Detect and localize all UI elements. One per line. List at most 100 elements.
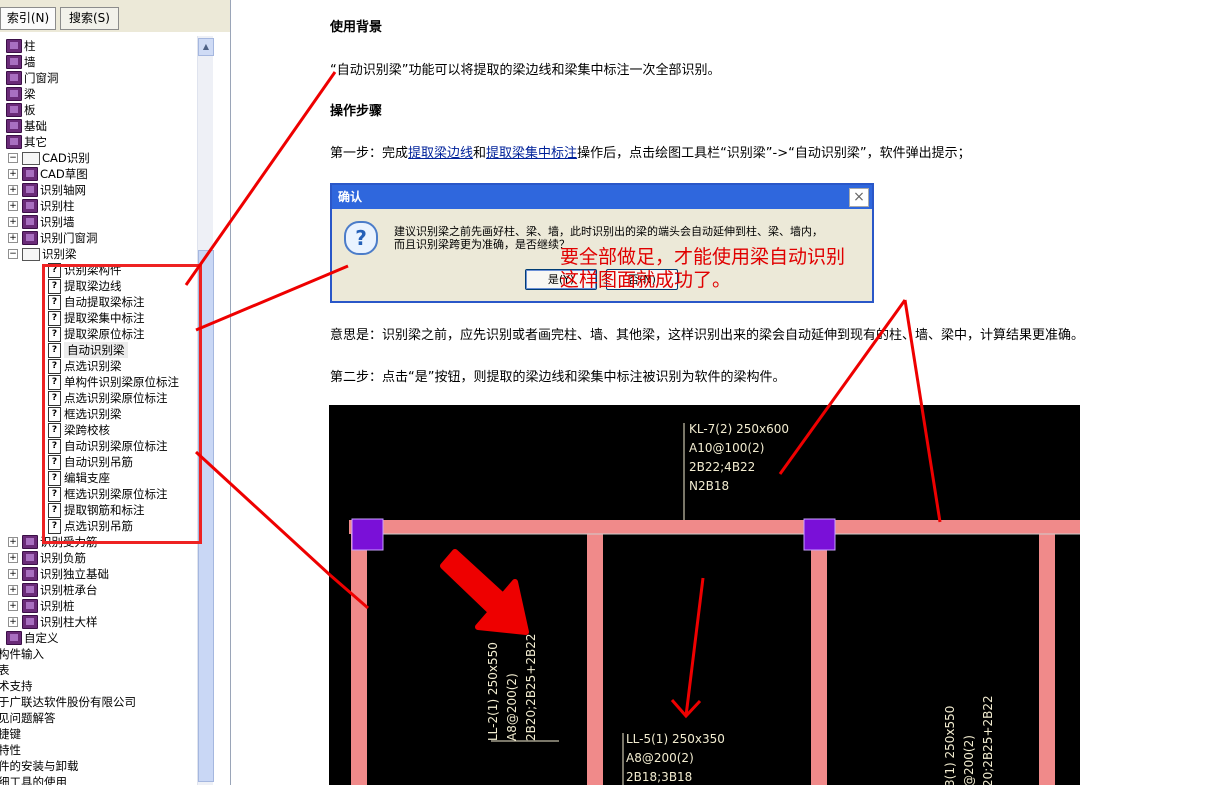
paragraph-step1: 第一步：完成提取梁边线和提取梁集中标注操作后，点击绘图工具栏“识别梁”->“自动… — [330, 142, 971, 161]
tree-item-label: 识别桩 — [40, 599, 75, 613]
label-ll2: LL-2(1) 250x550 A8@200(2) 2B20;2B25+2B22 — [486, 633, 538, 741]
tree-item-label: 识别桩承台 — [40, 583, 98, 597]
book-icon — [22, 551, 38, 565]
tree-item[interactable]: 柱 — [0, 38, 196, 54]
book-icon — [22, 199, 38, 213]
tree-item[interactable]: 构件输入 — [0, 646, 196, 662]
tree-item[interactable]: + 识别轴网 — [0, 182, 196, 198]
expand-icon[interactable]: + — [8, 201, 18, 211]
step1-post: 操作后，点击绘图工具栏“识别梁”->“自动识别梁”，软件弹出提示； — [577, 146, 971, 161]
expand-icon[interactable]: + — [8, 569, 18, 579]
tree-item-label: 墙 — [24, 55, 36, 69]
paragraph-step2: 第二步：点击“是”按钮，则提取的梁边线和梁集中标注被识别为软件的梁构件。 — [330, 370, 786, 385]
tree-item-label: 表 — [0, 663, 10, 677]
tree-item-label: 识别门窗洞 — [40, 231, 98, 245]
tree-item-label: 捷键 — [0, 727, 21, 741]
book-icon — [22, 599, 38, 613]
beam-left — [351, 534, 367, 785]
book-icon — [22, 231, 38, 245]
tree-item[interactable]: + CAD草图 — [0, 166, 196, 182]
open-book-icon — [22, 152, 40, 165]
expand-icon[interactable]: + — [8, 585, 18, 595]
book-icon — [6, 87, 22, 101]
question-icon: ? — [344, 221, 378, 255]
beam-center — [811, 534, 827, 785]
tree-item-label: 其它 — [24, 135, 47, 149]
tree-item-label: CAD识别 — [42, 151, 90, 165]
book-icon — [22, 183, 38, 197]
book-icon — [6, 631, 22, 645]
tree-item-label: 构件输入 — [0, 647, 44, 661]
book-icon — [6, 71, 22, 85]
tree-item[interactable]: − CAD识别 — [0, 150, 196, 166]
tree-item[interactable]: + 识别桩 — [0, 598, 196, 614]
tree-item-label: CAD草图 — [40, 167, 88, 181]
tree-item[interactable]: + 识别柱大样 — [0, 614, 196, 630]
tree-item[interactable]: 梁 — [0, 86, 196, 102]
expand-icon[interactable]: + — [8, 233, 18, 243]
expand-icon[interactable]: + — [8, 537, 18, 547]
collapse-icon[interactable]: − — [8, 249, 18, 259]
tree-item[interactable]: 门窗洞 — [0, 70, 196, 86]
help-nav-pane: 索引(N) 搜索(S) 柱墙门窗洞梁板基础 其它 − CAD识别 + CAD草图 + 识别轴网… — [0, 0, 231, 785]
tree-item[interactable]: + 识别墙 — [0, 214, 196, 230]
dialog-title: 确认 — [332, 185, 872, 209]
tree-item[interactable]: 墙 — [0, 54, 196, 70]
step1-pre: 第一步：完成 — [330, 146, 409, 161]
tree-item[interactable]: 于广联达软件股份有限公司 — [0, 694, 196, 710]
tree-item[interactable]: + 识别柱 — [0, 198, 196, 214]
close-icon[interactable]: × — [849, 188, 869, 207]
tree-item[interactable]: 捷键 — [0, 726, 196, 742]
label-right: 3(1) 250x550 @200(2) 20;2B25+2B22 — [943, 695, 995, 785]
expand-icon[interactable]: + — [8, 553, 18, 563]
tree-item[interactable]: 自定义 — [0, 630, 196, 646]
tree-item[interactable]: + 识别门窗洞 — [0, 230, 196, 246]
expand-icon[interactable]: + — [8, 169, 18, 179]
expand-icon[interactable]: + — [8, 601, 18, 611]
tree-item-label: 门窗洞 — [24, 71, 59, 85]
tree-item[interactable]: − 识别梁 — [0, 246, 196, 262]
link-extract-beam-annotation[interactable]: 提取梁集中标注 — [486, 146, 577, 161]
help-content-pane: 使用背景 “自动识别梁”功能可以将提取的梁边线和梁集中标注一次全部识别。 操作步… — [232, 0, 1213, 785]
heading-background: 使用背景 — [330, 20, 383, 35]
note-line1: 要全部做足，才能使用梁自动识别 — [560, 246, 846, 268]
beam-mid — [587, 534, 603, 785]
column-left — [351, 518, 384, 551]
label-kl7: KL-7(2) 250x600 A10@100(2) 2B22;4B22 N2B18 — [689, 422, 790, 493]
collapse-icon[interactable]: − — [8, 153, 18, 163]
tree-item[interactable]: 见问题解答 — [0, 710, 196, 726]
step1-and: 和 — [473, 146, 487, 161]
cad-drawing-screenshot: KL-7(2) 250x600 A10@100(2) 2B22;4B22 N2B18 … — [329, 405, 1080, 785]
tree-item[interactable]: 细工具的使用 — [0, 774, 196, 785]
tab-search[interactable]: 搜索(S) — [60, 7, 119, 30]
tree-item[interactable]: + 识别负筋 — [0, 550, 196, 566]
expand-icon[interactable]: + — [8, 217, 18, 227]
tree-item[interactable]: 特性 — [0, 742, 196, 758]
link-extract-beam-edge[interactable]: 提取梁边线 — [408, 146, 473, 161]
tree-item[interactable]: + 识别独立基础 — [0, 566, 196, 582]
tree-item[interactable]: 术支持 — [0, 678, 196, 694]
scroll-up-arrow-icon[interactable]: ▲ — [198, 38, 214, 56]
tree-item-label: 识别负筋 — [40, 551, 86, 565]
tree-item-label: 识别轴网 — [40, 183, 86, 197]
tree-item[interactable]: 板 — [0, 102, 196, 118]
tree-item[interactable]: 表 — [0, 662, 196, 678]
tree-item[interactable]: 基础 — [0, 118, 196, 134]
book-icon — [22, 215, 38, 229]
tree-item-label: 识别柱 — [40, 199, 75, 213]
tab-index[interactable]: 索引(N) — [0, 7, 56, 30]
tree-item-label: 件的安装与卸载 — [0, 759, 79, 773]
book-icon — [6, 39, 22, 53]
tree-item[interactable]: 其它 — [0, 134, 196, 150]
nav-tab-bar: 索引(N) 搜索(S) — [0, 0, 230, 32]
expand-icon[interactable]: + — [8, 185, 18, 195]
expand-icon[interactable]: + — [8, 617, 18, 627]
paragraph-meaning: 意思是：识别梁之前，应先识别或者画完柱、墙、其他梁，这样识别出来的梁会自动延伸到… — [330, 328, 1085, 343]
highlight-box-annotation — [42, 264, 202, 544]
book-icon — [6, 103, 22, 117]
tree-item-label: 板 — [24, 103, 36, 117]
tree-item[interactable]: 件的安装与卸载 — [0, 758, 196, 774]
book-icon — [22, 567, 38, 581]
book-icon — [6, 135, 22, 149]
tree-item[interactable]: + 识别桩承台 — [0, 582, 196, 598]
